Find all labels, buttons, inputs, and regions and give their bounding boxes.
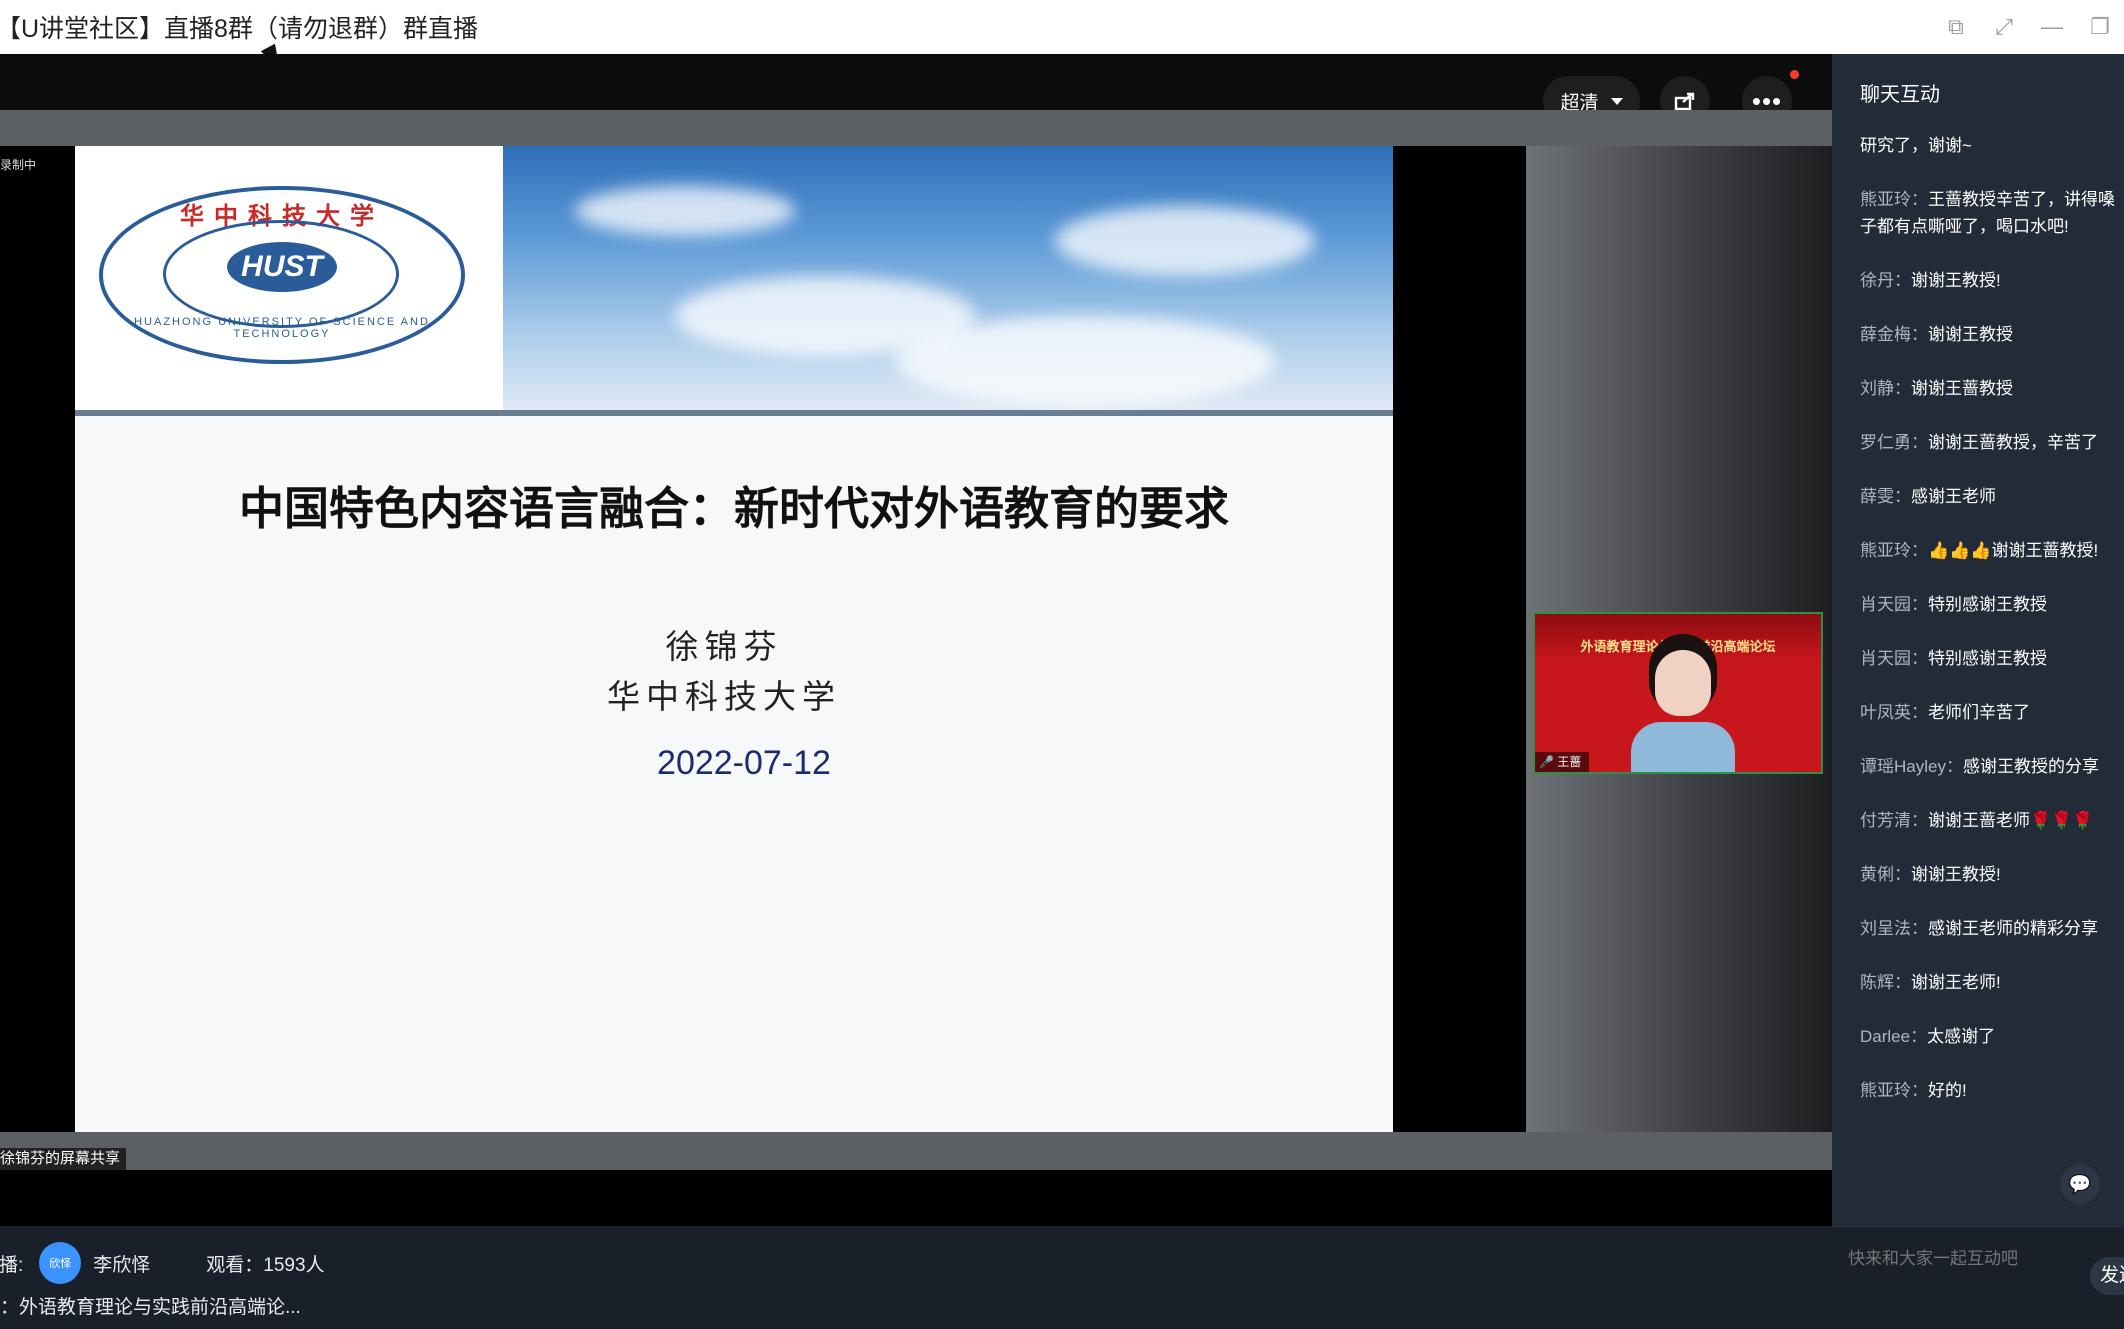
chat-message: 薛雯：感谢王老师 — [1860, 483, 2124, 510]
speaker-figure — [1631, 650, 1735, 772]
live-info-bar: 主播: 欣怿 李欣怿 观看：1593人 主题：外语教育理论与实践前沿高端论... — [0, 1226, 1832, 1328]
speaker-name-tag: 🎤 王蔷 — [1535, 752, 1590, 772]
chat-message: 研究了，谢谢~ — [1860, 132, 2124, 159]
chat-message-sender: 肖天园： — [1860, 649, 1928, 668]
chat-message: 熊亚玲：王蔷教授辛苦了，讲得嗓子都有点嘶哑了，喝口水吧! — [1860, 186, 2124, 240]
speaker-name: 王蔷 — [1557, 755, 1582, 769]
chat-message: 薛金梅：谢谢王教授 — [1860, 321, 2124, 348]
chat-message-sender: 徐丹： — [1860, 271, 1911, 290]
screen-share-caption: 徐锦芬的屏幕共享 — [0, 1148, 127, 1170]
window-title: 【U讲堂社区】直播8群（请勿退群）群直播 — [0, 15, 478, 43]
chat-message-text: 感谢王老师的精彩分享 — [1928, 919, 2098, 938]
chat-message-text: 谢谢王教授! — [1911, 271, 2001, 290]
chat-message: 肖天园：特别感谢王教授 — [1860, 645, 2124, 672]
university-seal: 华中科技大学 HUST HUAZHONG UNIVERSITY OF SCIEN… — [99, 186, 465, 364]
chat-message-sender: 刘静： — [1860, 379, 1911, 398]
video-area[interactable]: 超清 ••• 录制中 华中科技大学 HUST HUAZHONG UNIVERSI… — [0, 54, 1832, 1226]
chat-message: 熊亚玲：👍👍👍谢谢王蔷教授! — [1860, 537, 2124, 564]
chat-message-text: 谢谢王教授! — [1911, 865, 2001, 884]
chat-title: 聊天互动 — [1860, 84, 1940, 106]
speaker-video-thumbnail[interactable]: 外语教育理论与实践前沿高端论坛 🎤 王蔷 — [1533, 612, 1823, 774]
chat-message-sender: 熊亚玲： — [1860, 190, 1928, 209]
chat-message: 叶凤英：老师们辛苦了 — [1860, 699, 2124, 726]
chat-message-sender: 薛金梅： — [1860, 325, 1928, 344]
logo-text-bottom: HUAZHONG UNIVERSITY OF SCIENCE AND TECHN… — [134, 316, 430, 340]
slide-author: 徐锦芬 — [665, 627, 783, 666]
topic-text: 主题：外语教育理论与实践前沿高端论... — [0, 1297, 301, 1318]
chat-message-sender: 付芳清： — [1860, 811, 1928, 830]
chat-message-text: 好的! — [1928, 1081, 1967, 1100]
host-row: 主播: 欣怿 李欣怿 观看：1593人 — [0, 1242, 325, 1284]
chat-message-text: 谢谢王老师! — [1911, 973, 2001, 992]
slide-organization: 华中科技大学 — [607, 677, 841, 716]
chat-panel: 聊天互动 研究了，谢谢~ 熊亚玲：王蔷教授辛苦了，讲得嗓子都有点嘶哑了，喝口水吧!… — [1832, 54, 2124, 1226]
restore-icon[interactable]: ❐ — [2076, 14, 2124, 40]
chat-message: 熊亚玲：好的! — [1860, 1077, 2124, 1104]
chat-message-text: 老师们辛苦了 — [1928, 703, 2030, 722]
fullscreen-icon[interactable]: ⤢ — [1980, 14, 2028, 40]
window-titlebar: 【U讲堂社区】直播8群（请勿退群）群直播 ⧉ ⤢ — ❐ — [0, 0, 2124, 54]
chat-message-text: 谢谢王蔷教授，辛苦了 — [1928, 433, 2098, 452]
chat-message: 刘静：谢谢王蔷教授 — [1860, 375, 2124, 402]
topic-row: 主题：外语教育理论与实践前沿高端论... — [0, 1292, 301, 1319]
notification-dot — [1790, 70, 1799, 79]
chat-message: 陈辉：谢谢王老师! — [1860, 969, 2124, 996]
video-stage: 录制中 华中科技大学 HUST HUAZHONG UNIVERSITY OF S… — [0, 110, 1832, 1170]
screen-share-frame: 录制中 华中科技大学 HUST HUAZHONG UNIVERSITY OF S… — [0, 146, 1526, 1132]
host-label: 主播: — [0, 1254, 24, 1276]
chat-message-sender: 叶凤英： — [1860, 703, 1928, 722]
chat-bubble-icon[interactable]: 💬 — [2060, 1164, 2100, 1204]
host-name: 李欣怿 — [93, 1254, 151, 1276]
window-controls: ⧉ ⤢ — ❐ — [1932, 0, 2124, 54]
chat-message-sender: 薛雯： — [1860, 487, 1911, 506]
chat-message: Darlee：太感谢了 — [1860, 1023, 2124, 1050]
slide-date: 2022-07-12 — [657, 744, 831, 782]
minimize-icon[interactable]: — — [2028, 14, 2076, 40]
university-logo: 华中科技大学 HUST HUAZHONG UNIVERSITY OF SCIEN… — [75, 146, 503, 410]
avatar[interactable]: 欣怿 — [39, 1242, 82, 1284]
chat-input-bar: 发送 — [1832, 1226, 2124, 1329]
chat-message-text: 太感谢了 — [1927, 1027, 1996, 1046]
chat-message: 罗仁勇：谢谢王蔷教授，辛苦了 — [1860, 429, 2124, 456]
presentation-slide: 华中科技大学 HUST HUAZHONG UNIVERSITY OF SCIEN… — [75, 146, 1393, 1132]
chat-message-text: 感谢王教授的分享 — [1962, 757, 2099, 776]
chat-message: 谭瑶Hayley：感谢王教授的分享 — [1860, 753, 2124, 780]
chat-message: 肖天园：特别感谢王教授 — [1860, 591, 2124, 618]
slide-divider — [75, 410, 1393, 416]
slide-title: 中国特色内容语言融合：新时代对外语教育的要求 — [238, 483, 1229, 534]
chat-message-text: 感谢王老师 — [1911, 487, 1996, 506]
chat-message-text: 谢谢王蔷老师🌹🌹🌹 — [1928, 811, 2094, 830]
chat-message-sender: 谭瑶Hayley： — [1860, 757, 1963, 776]
chat-message-sender: 肖天园： — [1860, 595, 1928, 614]
chat-message: 刘呈法：感谢王老师的精彩分享 — [1860, 915, 2124, 942]
chat-message-list[interactable]: 研究了，谢谢~ 熊亚玲：王蔷教授辛苦了，讲得嗓子都有点嘶哑了，喝口水吧! 徐丹：谢谢… — [1860, 132, 2124, 1131]
chat-message-text: 特别感谢王教授 — [1928, 595, 2047, 614]
viewer-count: 观看：1593人 — [206, 1254, 325, 1276]
chat-message-text: 谢谢王教授 — [1928, 325, 2013, 344]
chat-message-sender: 刘呈法： — [1860, 919, 1928, 938]
chat-message-text: 特别感谢王教授 — [1928, 649, 2047, 668]
pin-icon[interactable]: ⧉ — [1932, 14, 1980, 40]
chevron-down-icon — [1610, 97, 1623, 105]
chat-message-sender: 熊亚玲： — [1860, 1081, 1928, 1100]
chat-message: 黄俐：谢谢王教授! — [1860, 861, 2124, 888]
chat-message-text: 研究了，谢谢~ — [1860, 136, 1972, 155]
chat-message: 徐丹：谢谢王教授! — [1860, 267, 2124, 294]
recording-label: 录制中 — [0, 158, 37, 172]
share-icon — [1674, 92, 1695, 111]
chat-message: 付芳清：谢谢王蔷老师🌹🌹🌹 — [1860, 807, 2124, 834]
logo-emblem: HUST — [227, 242, 337, 292]
send-button[interactable]: 发送 — [2090, 1257, 2124, 1295]
chat-message-sender: 黄俐： — [1860, 865, 1911, 884]
chat-message-sender: Darlee： — [1860, 1027, 1928, 1046]
chat-input[interactable] — [1846, 1243, 2050, 1275]
chat-message-text: 👍👍👍谢谢王蔷教授! — [1928, 541, 2099, 560]
chat-message-text: 谢谢王蔷教授 — [1911, 379, 2013, 398]
chat-message-sender: 陈辉： — [1860, 973, 1911, 992]
chat-message-sender: 罗仁勇： — [1860, 433, 1928, 452]
chat-message-sender: 熊亚玲： — [1860, 541, 1928, 560]
